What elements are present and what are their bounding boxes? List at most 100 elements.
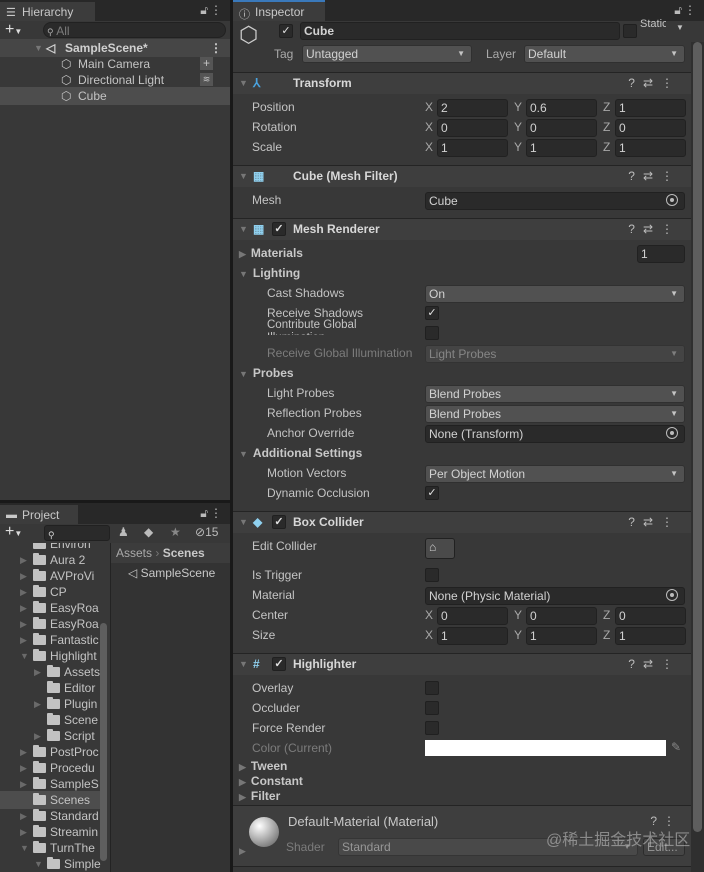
field-label: Position xyxy=(252,100,295,114)
axis-label: Y xyxy=(514,120,523,134)
component-header[interactable]: ▼ ▦ Cube (Mesh Filter) ?⇄⋮ xyxy=(233,165,691,187)
layer-dropdown[interactable]: Default xyxy=(524,45,685,63)
component-actions[interactable]: ?⇄⋮ xyxy=(628,73,681,94)
scale-z-input[interactable]: 1 xyxy=(615,139,686,157)
eyedropper-icon[interactable]: ✎ xyxy=(671,740,681,754)
component-actions[interactable]: ?⇄⋮ xyxy=(628,654,681,675)
active-checkbox[interactable]: ✓ xyxy=(279,24,293,38)
component-actions[interactable]: ?⇄⋮ xyxy=(628,512,681,533)
static-dropdown[interactable]: ▼ xyxy=(676,23,684,32)
lock-icon[interactable]: 🔓︎ xyxy=(200,3,208,18)
inspector-scrollbar[interactable] xyxy=(691,42,704,872)
foldout[interactable]: ▶ Materials xyxy=(239,246,303,260)
rotation-x-input[interactable]: 0 xyxy=(437,119,508,137)
size-x-input[interactable]: 1 xyxy=(437,627,508,645)
occluder-checkbox[interactable] xyxy=(425,701,439,715)
is-trigger-checkbox[interactable] xyxy=(425,568,439,582)
hierarchy-item-selected[interactable]: ⬡ Cube xyxy=(0,87,230,105)
cast-shadows-dropdown[interactable]: On xyxy=(425,285,685,303)
tab-project[interactable]: ▬ Project xyxy=(0,503,78,524)
physic-material-field[interactable]: None (Physic Material) xyxy=(425,587,685,605)
folder-tree-item[interactable]: ▼ Simple xyxy=(0,855,101,872)
enabled-checkbox[interactable]: ✓ xyxy=(272,515,286,529)
field-label: Size xyxy=(252,628,276,642)
color-swatch[interactable] xyxy=(425,740,666,756)
gameobject-icon[interactable]: ⬡ xyxy=(239,22,258,48)
scale-y-input[interactable]: 1 xyxy=(526,139,597,157)
asset-item[interactable]: ◁ SampleScene xyxy=(111,563,230,580)
expand-arrow[interactable]: ▶ xyxy=(239,846,246,857)
menu-icon[interactable]: ⋮ xyxy=(210,506,222,520)
breadcrumb-assets[interactable]: Assets xyxy=(116,546,152,560)
expand-arrow[interactable]: ▼ xyxy=(34,855,46,872)
filter-by-label-icon[interactable]: ◆ xyxy=(144,525,153,539)
foldout[interactable]: ▶ Constant xyxy=(239,774,303,788)
center-x-input[interactable]: 0 xyxy=(437,607,508,625)
overlay-checkbox[interactable] xyxy=(425,681,439,695)
receive-gi-dropdown: Light Probes xyxy=(425,345,685,363)
tab-hierarchy[interactable]: ☰ Hierarchy xyxy=(0,0,95,21)
component-header[interactable]: ▼ # ✓ Highlighter ?⇄⋮ xyxy=(233,653,691,675)
enabled-checkbox[interactable]: ✓ xyxy=(272,222,286,236)
anchor-override-field[interactable]: None (Transform) xyxy=(425,425,685,443)
component-header[interactable]: ▼ ▦ ✓ Mesh Renderer ?⇄⋮ xyxy=(233,218,691,240)
name-input[interactable]: Cube xyxy=(300,22,620,40)
field-label: Cast Shadows xyxy=(267,286,345,300)
list-icon: ☰ xyxy=(6,7,16,19)
object-picker-icon[interactable] xyxy=(666,427,678,439)
component-actions[interactable]: ?⇄⋮ xyxy=(628,166,681,187)
static-checkbox[interactable] xyxy=(623,24,637,38)
center-y-input[interactable]: 0 xyxy=(526,607,597,625)
position-x-input[interactable]: 2 xyxy=(437,99,508,117)
component-header[interactable]: ▼ ◆ ✓ Box Collider ?⇄⋮ xyxy=(233,511,691,533)
mesh-field[interactable]: Cube xyxy=(425,192,685,210)
tab-inspector[interactable]: ⓘ Inspector xyxy=(233,0,325,21)
filter-by-type-icon[interactable]: ♟ xyxy=(118,525,129,539)
create-button[interactable]: +▼ xyxy=(5,523,22,541)
rotation-z-input[interactable]: 0 xyxy=(615,119,686,137)
object-picker-icon[interactable] xyxy=(666,589,678,601)
menu-icon[interactable]: ⋮ xyxy=(684,3,696,17)
light-probes-dropdown[interactable]: Blend Probes xyxy=(425,385,685,403)
menu-icon[interactable]: ⋮ xyxy=(210,3,222,17)
position-y-input[interactable]: 0.6 xyxy=(526,99,597,117)
field-label: Force Render xyxy=(252,721,326,735)
folder-icon xyxy=(33,543,46,549)
edit-collider-button[interactable]: ⌂ xyxy=(425,538,455,559)
position-z-input[interactable]: 1 xyxy=(615,99,686,117)
transform-header[interactable]: ▼ ⅄ Transform ?⇄⋮ xyxy=(233,72,691,94)
field-label: Edit Collider xyxy=(252,539,317,553)
field-label: Rotation xyxy=(252,120,297,134)
component-actions[interactable]: ?⇄⋮ xyxy=(628,219,681,240)
object-picker-icon[interactable] xyxy=(666,194,678,206)
hierarchy-search-input[interactable]: ⚲ All xyxy=(43,22,226,38)
foldout[interactable]: ▼ Lighting xyxy=(239,266,300,280)
tree-scrollbar[interactable] xyxy=(100,623,107,861)
dynamic-occlusion-checkbox[interactable]: ✓ xyxy=(425,486,439,500)
motion-vectors-dropdown[interactable]: Per Object Motion xyxy=(425,465,685,483)
lock-icon[interactable]: 🔓︎ xyxy=(200,506,208,521)
center-z-input[interactable]: 0 xyxy=(615,607,686,625)
foldout[interactable]: ▶ Tween xyxy=(239,759,287,773)
size-z-input[interactable]: 1 xyxy=(615,627,686,645)
reflection-probes-dropdown[interactable]: Blend Probes xyxy=(425,405,685,423)
materials-count-input[interactable]: 1 xyxy=(637,245,685,263)
foldout[interactable]: ▼ Probes xyxy=(239,366,294,380)
size-y-input[interactable]: 1 xyxy=(526,627,597,645)
create-button[interactable]: +▼ xyxy=(5,21,22,39)
foldout[interactable]: ▶ Filter xyxy=(239,789,280,803)
contribute-gi-checkbox[interactable] xyxy=(425,326,439,340)
breadcrumb-scenes[interactable]: Scenes xyxy=(163,546,205,560)
hidden-packages-button[interactable]: ⊘15 xyxy=(195,525,218,539)
project-search-input[interactable]: ⚲ xyxy=(44,525,110,541)
foldout[interactable]: ▼ Additional Settings xyxy=(239,446,362,460)
enabled-checkbox[interactable]: ✓ xyxy=(272,657,286,671)
lock-icon[interactable]: 🔓︎ xyxy=(674,3,682,18)
favorites-icon[interactable]: ★ xyxy=(170,525,181,539)
folder-icon xyxy=(33,585,46,597)
rotation-y-input[interactable]: 0 xyxy=(526,119,597,137)
tag-dropdown[interactable]: Untagged xyxy=(302,45,472,63)
force-render-checkbox[interactable] xyxy=(425,721,439,735)
scale-x-input[interactable]: 1 xyxy=(437,139,508,157)
receive-shadows-checkbox[interactable]: ✓ xyxy=(425,306,439,320)
